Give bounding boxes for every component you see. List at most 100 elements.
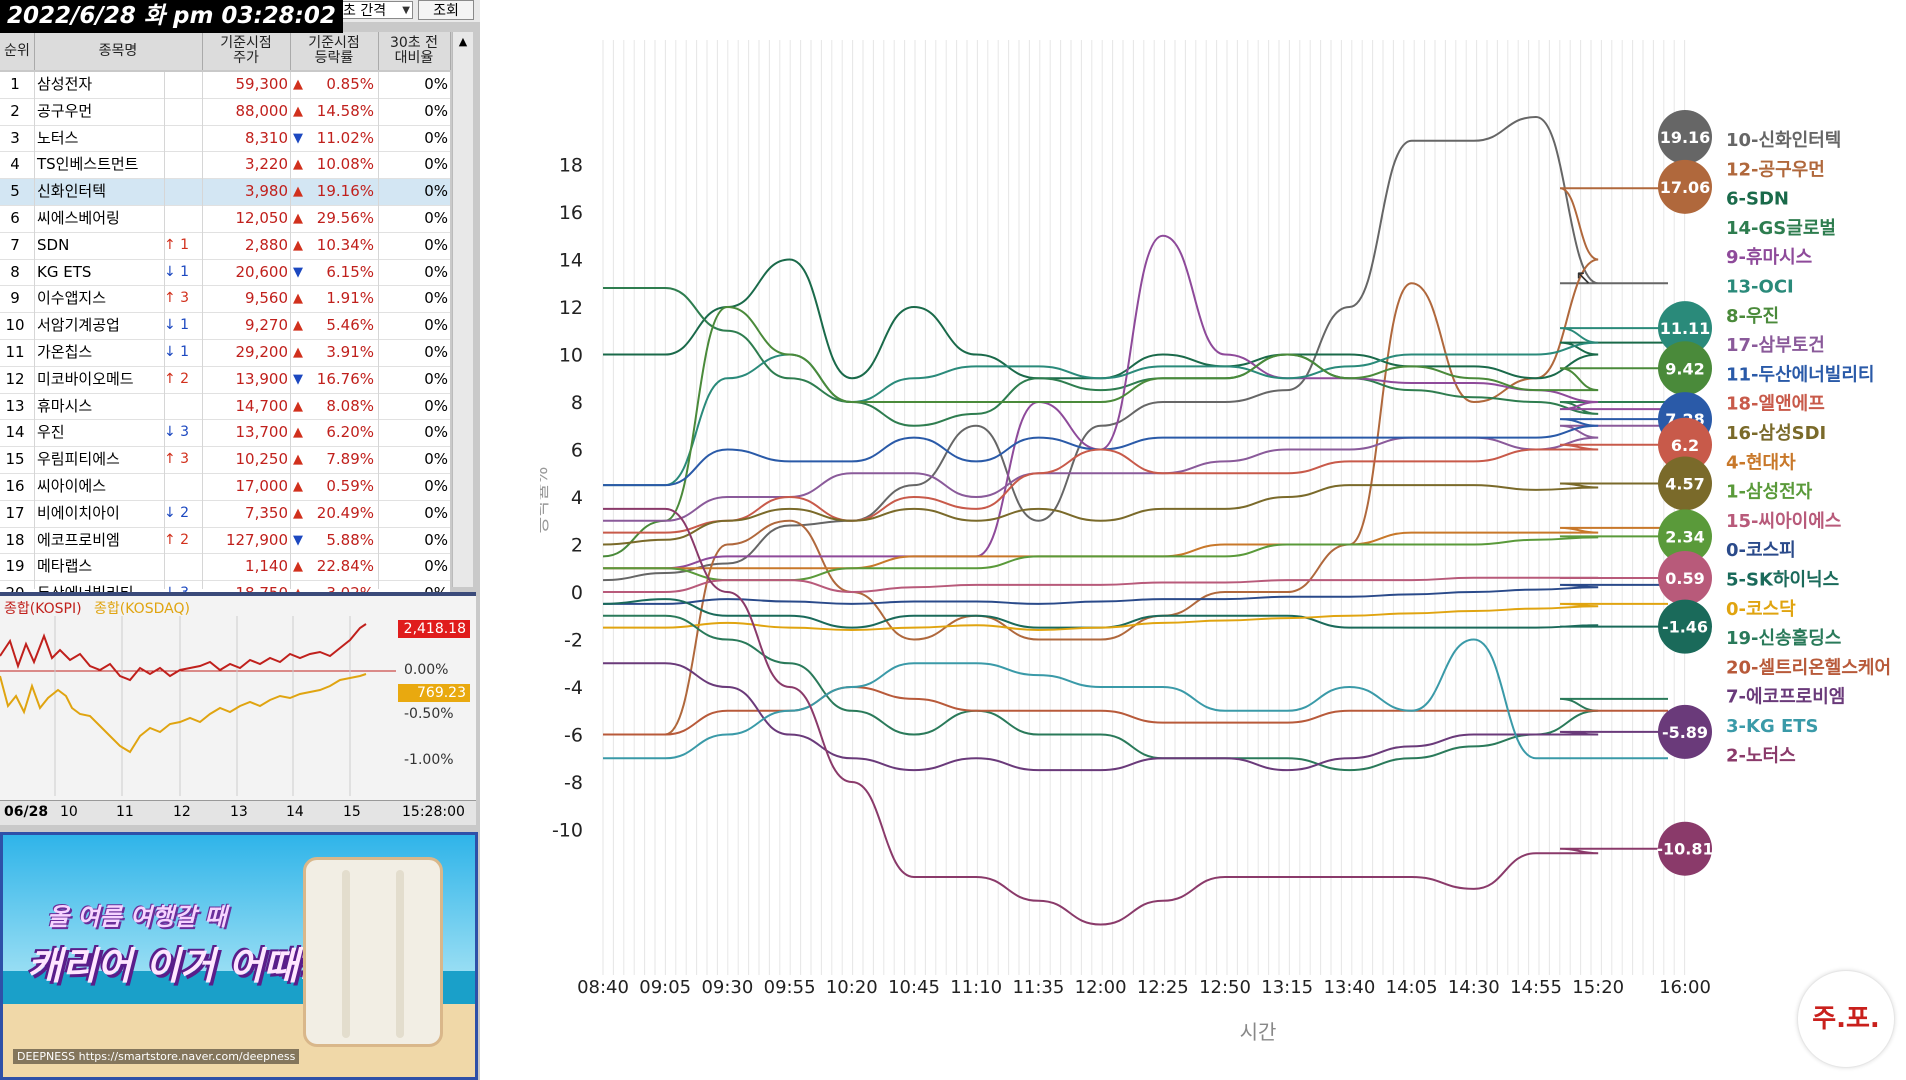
- table-row[interactable]: 2 공구우먼 88,000 ▲ 14.58% 0%: [0, 98, 450, 126]
- x-tick-label: 09:30: [701, 977, 753, 998]
- lookup-button[interactable]: 조회: [418, 0, 474, 20]
- value-badge-label: -5.89: [1662, 723, 1708, 742]
- table-row[interactable]: 5 신화인터텍 3,980 ▲ 19.16% 0%: [0, 179, 450, 206]
- cell-price: 3,980: [245, 182, 288, 201]
- table-row[interactable]: 6 씨에스베어링 12,050 ▲ 29.56% 0%: [0, 205, 450, 233]
- cell-rank: 12: [5, 369, 25, 388]
- cell-rate: 11.02%: [316, 128, 374, 147]
- cell-price: 3,220: [245, 155, 288, 174]
- interval-select-label: 초 간격: [343, 3, 387, 19]
- legend-label: 4-현대차: [1726, 452, 1796, 473]
- ad-headline-1: 올 여름 여행갈 때: [47, 903, 227, 931]
- pct-label: 0.00%: [404, 662, 449, 678]
- y-tick-label: 14: [559, 250, 583, 272]
- x-tick-label: 08:40: [577, 977, 629, 998]
- suitcase-image: [303, 857, 443, 1047]
- cell-chg: ↓ 3: [164, 424, 190, 441]
- table-row[interactable]: 10 서암기계공업 ↓ 1 9,270 ▲ 5.46% 0%: [0, 313, 450, 340]
- table-row[interactable]: 15 우림피티에스 ↑ 3 10,250 ▲ 7.89% 0%: [0, 447, 450, 474]
- cell-name: 이수앱지스: [37, 289, 107, 308]
- table-row[interactable]: 3 노터스 8,310 ▼ 11.02% 0%: [0, 125, 450, 153]
- header-name[interactable]: 종목명: [34, 32, 203, 70]
- mini-hour-label: 13: [230, 804, 248, 820]
- table-row[interactable]: 16 씨아이에스 17,000 ▲ 0.59% 0%: [0, 473, 450, 501]
- y-tick-label: 4: [571, 487, 583, 509]
- cell-price: 127,900: [225, 530, 288, 549]
- table-row[interactable]: 7 SDN ↑ 1 2,880 ▲ 10.34% 0%: [0, 232, 450, 260]
- table-row[interactable]: 14 우진 ↓ 3 13,700 ▲ 6.20% 0%: [0, 420, 450, 448]
- y-tick-label: 8: [571, 392, 583, 414]
- x-axis-label: 시간: [1240, 1020, 1277, 1044]
- cell-name: 씨아이에스: [37, 476, 107, 495]
- cell-name: 메타랩스: [37, 557, 93, 576]
- table-row[interactable]: 13 휴마시스 14,700 ▲ 8.08% 0%: [0, 393, 450, 421]
- table-row[interactable]: 4 TS인베스트먼트 3,220 ▲ 10.08% 0%: [0, 152, 450, 180]
- cell-ratio: 0%: [424, 503, 448, 522]
- y-tick-label: 12: [559, 297, 583, 319]
- ad-link: https://smartstore.naver.com/deepness: [78, 1050, 296, 1063]
- x-tick-label: 10:20: [826, 977, 878, 998]
- table-row[interactable]: 11 가온칩스 ↓ 1 29,200 ▲ 3.91% 0%: [0, 339, 450, 367]
- y-tick-label: 6: [571, 440, 583, 462]
- rank-panel: 초 간격 ▼ 조회 2022/6/28 화 pm 03:28:02 순위 종목명…: [0, 0, 480, 1080]
- scroll-up-icon[interactable]: ▲: [453, 32, 473, 52]
- table-row[interactable]: 18 에코프로비엠 ↑ 2 127,900 ▼ 5.88% 0%: [0, 527, 450, 555]
- header-price[interactable]: 기준시점 주가: [202, 32, 291, 70]
- cell-rate: 16.76%: [316, 369, 374, 388]
- table-row[interactable]: 8 KG ETS ↓ 1 20,600 ▼ 6.15% 0%: [0, 259, 450, 287]
- y-tick-label: -4: [564, 677, 583, 699]
- legend-label: 0-코스닥: [1726, 599, 1796, 620]
- cell-rate: 0.85%: [326, 75, 374, 93]
- table-row[interactable]: 9 이수앱지스 ↑ 3 9,560 ▲ 1.91% 0%: [0, 286, 450, 314]
- cell-name: 노터스: [37, 128, 79, 147]
- y-tick-label: -8: [564, 772, 583, 794]
- y-axis-label: 등락률%: [540, 467, 552, 534]
- cell-rank: 19: [5, 557, 25, 576]
- ad-banner[interactable]: 올 여름 여행갈 때 캐리어 이거 어때? DEEPNESS https://s…: [0, 832, 478, 1080]
- table-row[interactable]: 17 비에이치아이 ↓ 2 7,350 ▲ 20.49% 0%: [0, 500, 450, 528]
- mini-hour-label: 15: [343, 804, 361, 820]
- cell-rank: 13: [5, 396, 25, 415]
- table-header: 순위 종목명 기준시점 주가 기준시점 등락률 30초 전 대비율: [0, 32, 451, 70]
- cell-rank: 6: [10, 208, 20, 227]
- header-rate[interactable]: 기준시점 등락률: [290, 32, 379, 70]
- ad-url[interactable]: DEEPNESS https://smartstore.naver.com/de…: [13, 1049, 300, 1064]
- rank-rows: 1 삼성전자 59,300 ▲ 0.85% 0% 2 공구우먼 88,000 ▲ 14.58% 0% 3…: [0, 72, 450, 608]
- cell-rank: 9: [10, 289, 20, 308]
- table-row[interactable]: 1 삼성전자 59,300 ▲ 0.85% 0%: [0, 72, 450, 99]
- cell-price: 13,700: [235, 423, 289, 442]
- cell-price: 88,000: [235, 101, 289, 120]
- cell-rank: 2: [10, 101, 20, 120]
- cell-price: 10,250: [235, 450, 289, 469]
- header-ratio[interactable]: 30초 전 대비율: [378, 32, 451, 70]
- x-tick-label: 10:45: [888, 977, 940, 998]
- legend-label: 12-공구우먼: [1726, 159, 1825, 180]
- legend-label: 20-셀트리온헬스케어: [1726, 657, 1891, 678]
- value-badge-label: -1.46: [1662, 618, 1708, 637]
- mini-hour-label: 11: [116, 804, 134, 820]
- legend-label: 15-씨아이에스: [1726, 511, 1841, 532]
- cell-price: 14,700: [235, 396, 289, 415]
- table-scrollbar[interactable]: ▲: [452, 32, 473, 587]
- table-row[interactable]: 19 메타랩스 1,140 ▲ 22.84% 0%: [0, 554, 450, 582]
- cell-chg: ↓ 1: [164, 317, 190, 334]
- kosdaq-value-tag: 769.23: [398, 684, 470, 702]
- cell-name: 비에이치아이: [37, 503, 120, 522]
- cell-ratio: 0%: [424, 450, 448, 469]
- cell-rate: 6.20%: [326, 423, 374, 442]
- legend-label: 17-삼부토건: [1726, 335, 1825, 356]
- cell-ratio: 0%: [424, 289, 448, 308]
- value-badge-label: -10.81: [1656, 840, 1713, 859]
- cell-rank: 15: [5, 450, 25, 469]
- kospi-value-tag: 2,418.18: [398, 620, 470, 638]
- header-rank[interactable]: 순위: [0, 32, 35, 70]
- x-tick-label: 12:25: [1137, 977, 1189, 998]
- cell-rank: 14: [5, 423, 25, 442]
- cell-name: 씨에스베어링: [37, 208, 120, 227]
- table-row[interactable]: 12 미코바이오메드 ↑ 2 13,900 ▼ 16.76% 0%: [0, 366, 450, 394]
- value-badge-label: 0.59: [1665, 569, 1704, 588]
- x-tick-label: 16:00: [1659, 977, 1711, 998]
- cell-chg: ↓ 2: [164, 504, 190, 521]
- rate-line-chart: 18 16 14 12 10 8 6 4 2 0 -2 -4 -6 -8 -10 08:40 09:05 09:3…: [540, 40, 1891, 1044]
- cell-name: 가온칩스: [37, 342, 93, 361]
